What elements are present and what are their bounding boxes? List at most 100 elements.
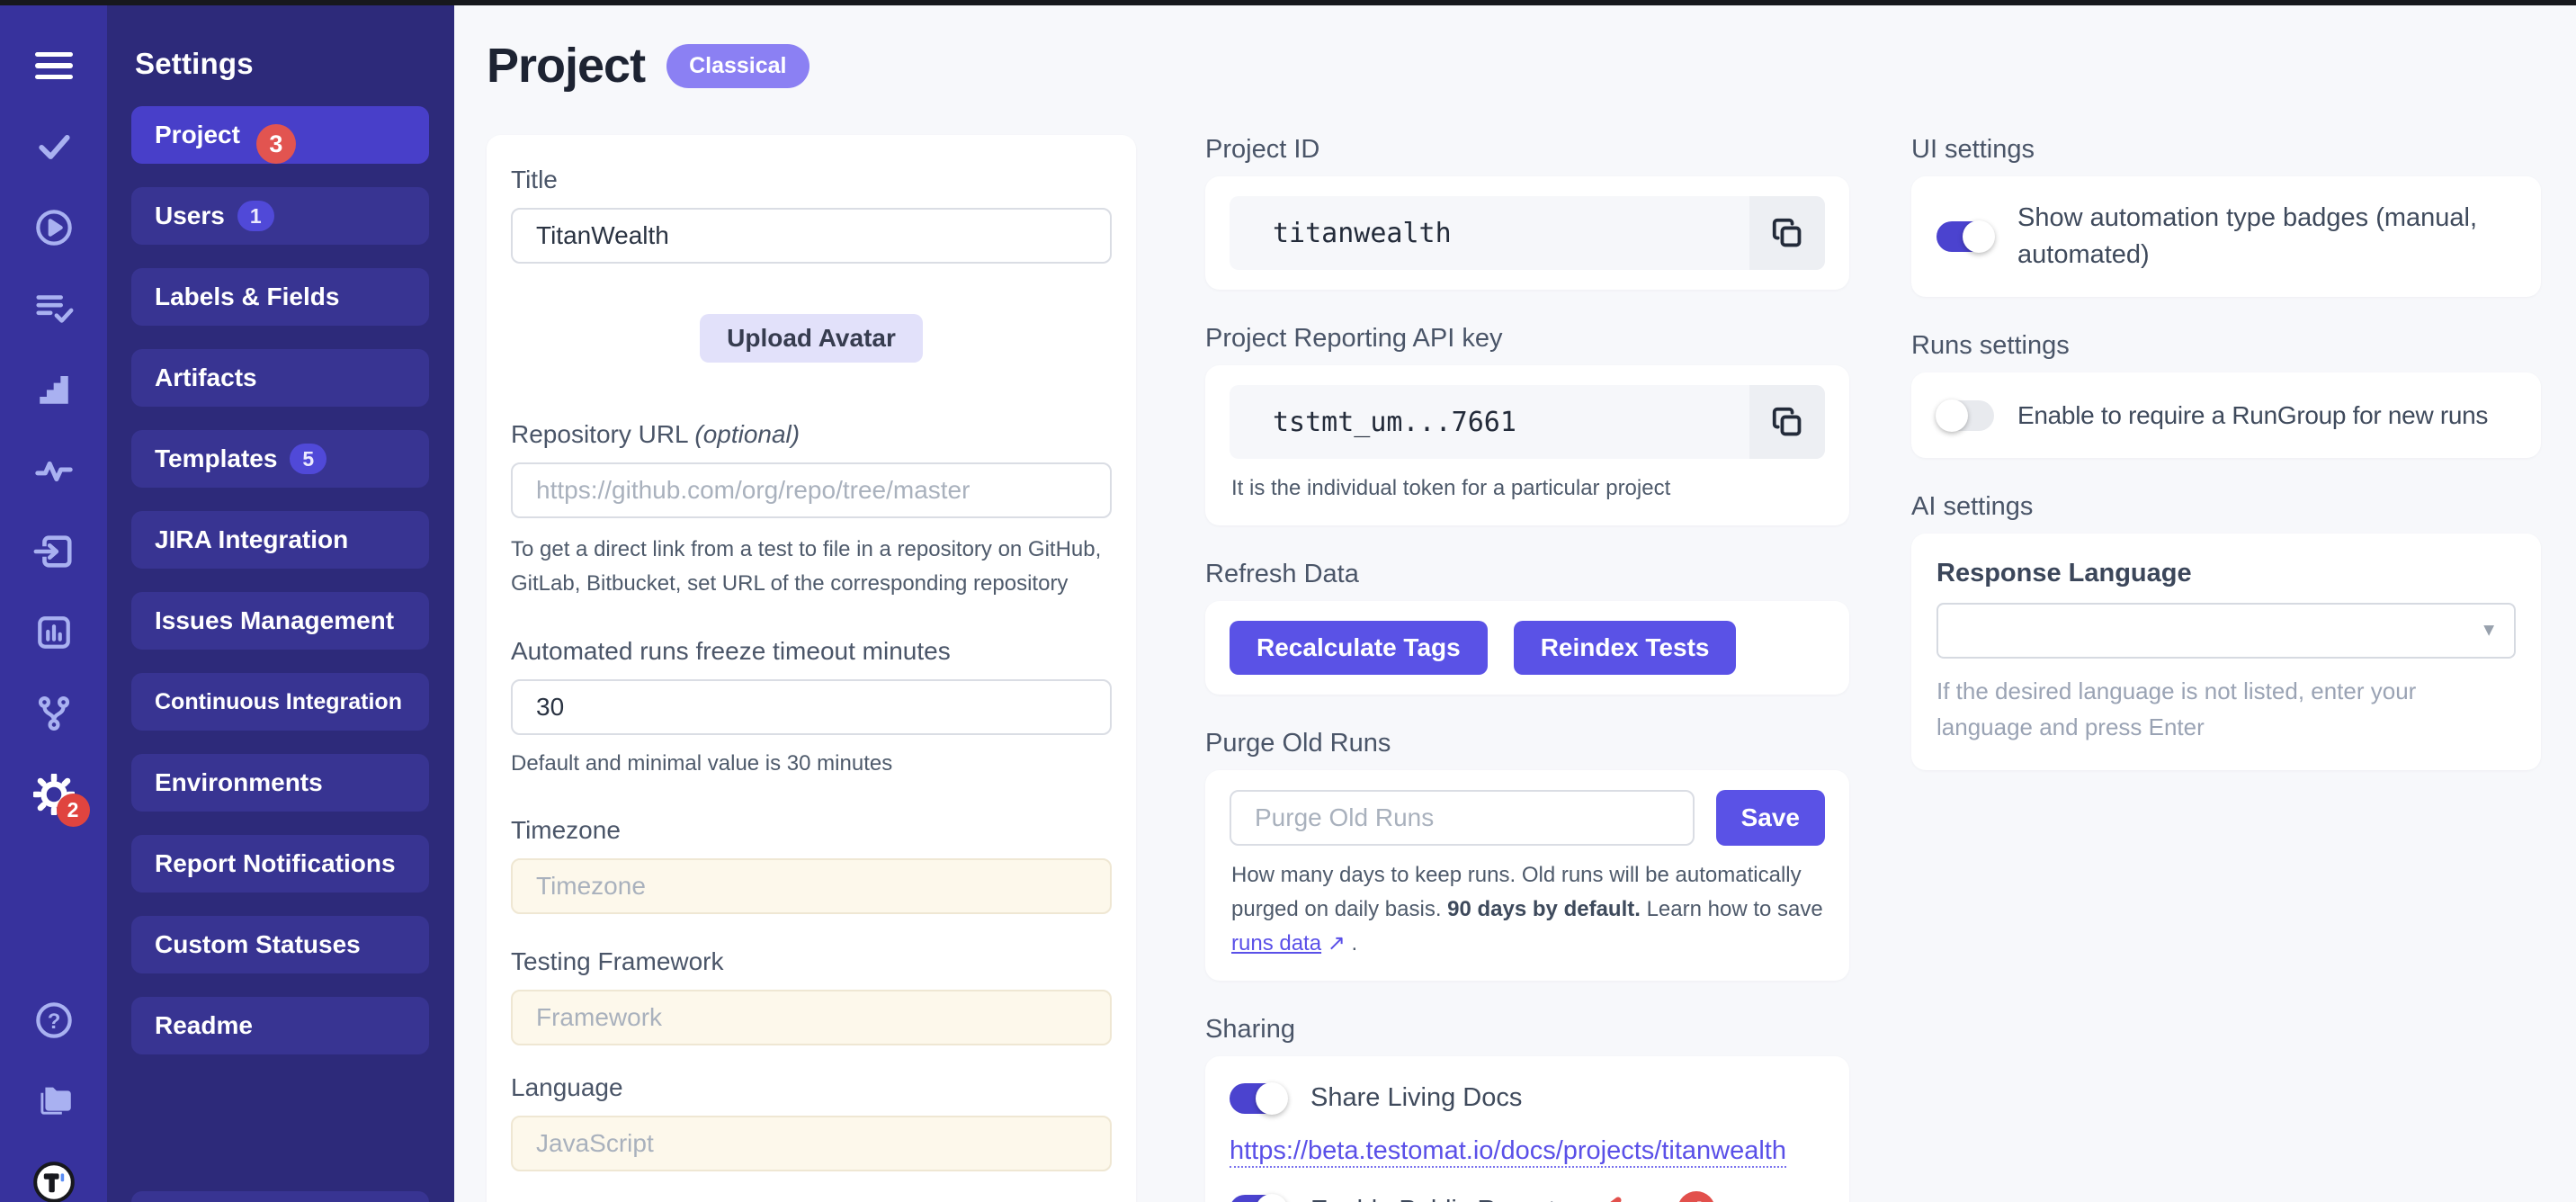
- timezone-input[interactable]: [511, 858, 1112, 914]
- require-rungroup-label: Enable to require a RunGroup for new run…: [2017, 397, 2488, 434]
- sidebar-item-issues-management[interactable]: Issues Management: [131, 592, 429, 650]
- require-rungroup-toggle[interactable]: [1936, 400, 1994, 431]
- top-border: [0, 0, 2576, 5]
- recalculate-tags-button[interactable]: Recalculate Tags: [1230, 621, 1488, 675]
- api-key-card: tstmt_um...7661 It is the individual tok…: [1205, 365, 1849, 525]
- main-content: Project Classical Title Upload Avatar Re…: [454, 0, 2576, 1202]
- project-id-label: Project ID: [1205, 135, 1849, 165]
- title-label: Title: [511, 166, 1112, 194]
- testomat-logo[interactable]: [32, 1157, 76, 1202]
- repository-url-input[interactable]: [511, 462, 1112, 518]
- share-living-docs-toggle[interactable]: [1230, 1083, 1287, 1114]
- response-language-label: Response Language: [1936, 559, 2516, 588]
- sidebar-title: Settings: [135, 47, 454, 81]
- sidebar-item-labels-fields[interactable]: Labels & Fields: [131, 268, 429, 326]
- api-key-label: Project Reporting API key: [1205, 324, 1849, 354]
- refresh-data-card: Recalculate Tags Reindex Tests: [1205, 601, 1849, 695]
- ai-settings-label: AI settings: [1911, 492, 2541, 522]
- switch-dark-mode-button[interactable]: Switch to Dark Mode: [131, 1191, 429, 1202]
- purge-help: How many days to keep runs. Old runs wil…: [1231, 858, 1825, 961]
- save-button[interactable]: Save: [1716, 790, 1825, 846]
- language-label: Language: [511, 1073, 1112, 1102]
- sidebar-item-label: Templates: [155, 444, 277, 473]
- settings-sidebar: Settings Project 3 Users 1 Labels & Fiel…: [107, 0, 454, 1202]
- sign-in-icon[interactable]: [32, 530, 76, 573]
- sharing-label: Sharing: [1205, 1015, 1849, 1045]
- sidebar-item-label: Project: [155, 121, 240, 149]
- share-living-docs-label: Share Living Docs: [1310, 1080, 1522, 1117]
- sidebar-item-label: Artifacts: [155, 363, 257, 392]
- copy-project-id-button[interactable]: [1749, 196, 1825, 270]
- freeze-timeout-label: Automated runs freeze timeout minutes: [511, 637, 1112, 666]
- response-language-select[interactable]: ▼: [1936, 603, 2516, 659]
- project-id-card: titanwealth: [1205, 176, 1849, 290]
- runs-settings-label: Runs settings: [1911, 331, 2541, 361]
- hamburger-bars: [35, 52, 73, 80]
- ai-settings-card: Response Language ▼ If the desired langu…: [1911, 534, 2541, 770]
- app-window: 2 ? Settings Project 3 Us: [0, 0, 2576, 1202]
- svg-text:?: ?: [47, 1009, 60, 1034]
- sidebar-item-jira-integration[interactable]: JIRA Integration: [131, 511, 429, 569]
- runs-data-link[interactable]: runs data: [1231, 931, 1321, 955]
- sidebar-item-readme[interactable]: Readme: [131, 997, 429, 1054]
- page-title: Project: [487, 38, 645, 94]
- sidebar-item-project[interactable]: Project 3: [131, 106, 429, 164]
- living-docs-link[interactable]: https://beta.testomat.io/docs/projects/t…: [1230, 1136, 1786, 1168]
- runs-play-circle-icon[interactable]: [32, 206, 76, 249]
- bar-chart-icon[interactable]: [32, 611, 76, 654]
- project-type-badge: Classical: [666, 44, 809, 88]
- notification-badge: 3: [256, 124, 296, 164]
- copy-api-key-button[interactable]: [1749, 385, 1825, 459]
- enable-public-report-label: Enable Public Report: [1310, 1192, 1555, 1202]
- repository-url-label: Repository URL (optional): [511, 420, 1112, 449]
- folders-icon[interactable]: [32, 1078, 76, 1121]
- hamburger-menu-icon[interactable]: [32, 44, 76, 87]
- sidebar-item-label: Environments: [155, 768, 323, 797]
- sharing-card: Share Living Docs https://beta.testomat.…: [1205, 1056, 1849, 1202]
- git-branch-icon[interactable]: [32, 692, 76, 735]
- purge-old-runs-label: Purge Old Runs: [1205, 729, 1849, 758]
- sidebar-item-templates[interactable]: Templates 5: [131, 430, 429, 488]
- help-circle-icon[interactable]: ?: [32, 999, 76, 1042]
- project-id-field: titanwealth: [1230, 196, 1825, 270]
- annotation-badge: 4: [1677, 1191, 1715, 1202]
- title-input[interactable]: [511, 208, 1112, 264]
- sidebar-item-custom-statuses[interactable]: Custom Statuses: [131, 916, 429, 973]
- freeze-timeout-help: Default and minimal value is 30 minutes: [511, 751, 1112, 776]
- sidebar-item-environments[interactable]: Environments: [131, 754, 429, 812]
- enable-public-report-toggle[interactable]: [1230, 1195, 1287, 1202]
- sidebar-item-users[interactable]: Users 1: [131, 187, 429, 245]
- sidebar-item-artifacts[interactable]: Artifacts: [131, 349, 429, 407]
- language-input[interactable]: [511, 1116, 1112, 1171]
- testing-framework-input[interactable]: [511, 990, 1112, 1045]
- automation-badges-toggle[interactable]: [1936, 221, 1994, 252]
- sidebar-item-label: JIRA Integration: [155, 525, 348, 554]
- sidebar-item-label: Custom Statuses: [155, 930, 361, 959]
- page-header: Project Classical: [487, 38, 2541, 94]
- freeze-timeout-input[interactable]: [511, 679, 1112, 735]
- sidebar-item-continuous-integration[interactable]: Continuous Integration: [131, 673, 429, 731]
- automation-badges-label: Show automation type badges (manual, aut…: [2017, 200, 2516, 274]
- copy-icon: [1770, 216, 1804, 250]
- sidebar-item-label: Labels & Fields: [155, 283, 339, 311]
- api-key-value: tstmt_um...7661: [1230, 385, 1749, 459]
- sidebar-item-label: Issues Management: [155, 606, 394, 635]
- project-form-card: Title Upload Avatar Repository URL (opti…: [487, 135, 1136, 1202]
- pulse-icon[interactable]: [32, 449, 76, 492]
- tests-check-icon[interactable]: [32, 125, 76, 168]
- dropdown-caret-icon: ▼: [2480, 621, 2498, 641]
- annotation: 4: [1595, 1191, 1715, 1202]
- sidebar-item-report-notifications[interactable]: Report Notifications: [131, 835, 429, 893]
- sidebar-item-label: Continuous Integration: [155, 689, 402, 715]
- reindex-tests-button[interactable]: Reindex Tests: [1514, 621, 1737, 675]
- copy-icon: [1770, 405, 1804, 439]
- api-key-help: It is the individual token for a particu…: [1231, 471, 1825, 506]
- steps-icon[interactable]: [32, 368, 76, 411]
- sidebar-item-label: Users: [155, 202, 225, 230]
- list-check-icon[interactable]: [32, 287, 76, 330]
- purge-old-runs-input[interactable]: [1230, 790, 1695, 846]
- api-key-field: tstmt_um...7661: [1230, 385, 1825, 459]
- icon-rail: 2 ?: [0, 0, 107, 1202]
- upload-avatar-button[interactable]: Upload Avatar: [700, 314, 923, 363]
- gear-icon[interactable]: 2: [32, 773, 76, 816]
